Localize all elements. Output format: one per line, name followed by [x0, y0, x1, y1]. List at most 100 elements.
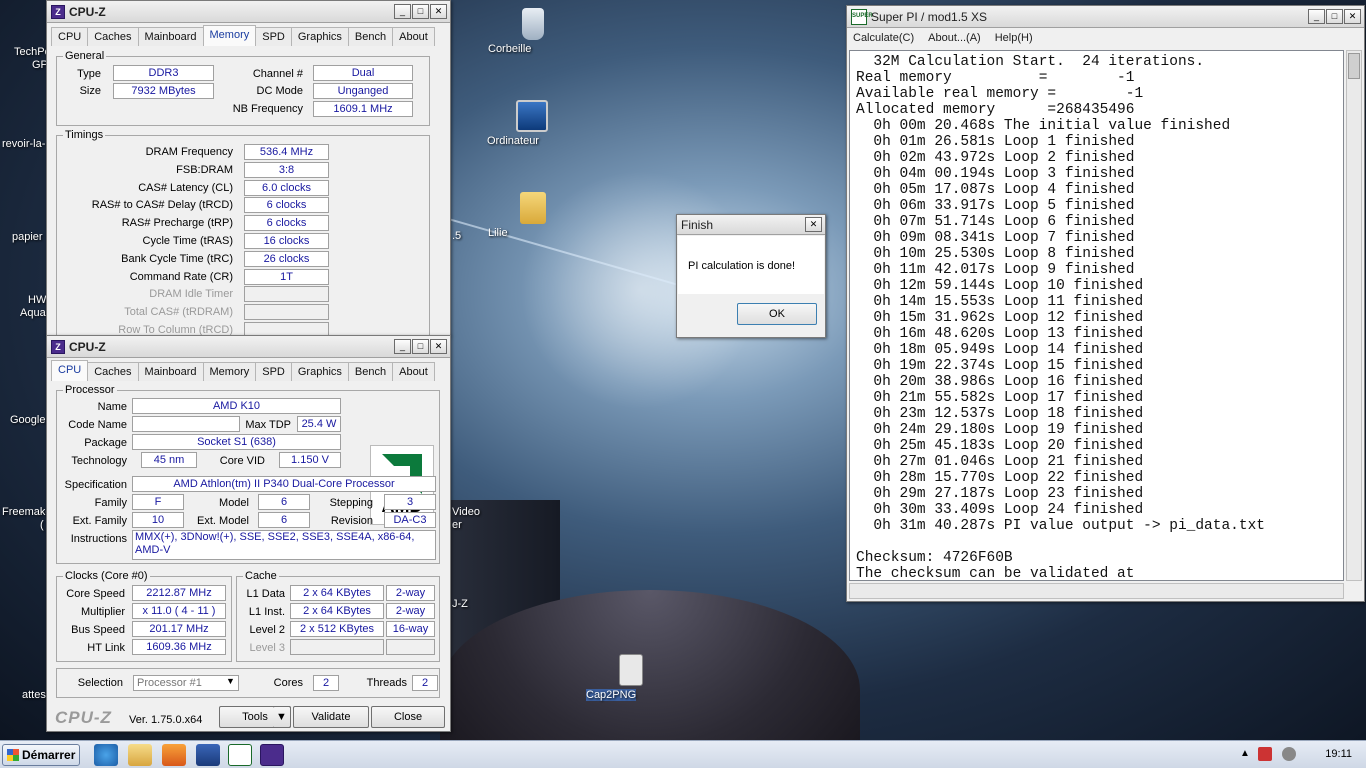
console-line: 0h 00m 20.468s The initial value finishe… — [856, 118, 1231, 134]
cpuz-cpu-window: Z CPU-Z _ □ ✕ CPU Caches Mainboard Memor… — [46, 335, 451, 732]
field-label: Stepping — [329, 497, 373, 509]
desktop-label[interactable]: J-Z — [452, 598, 468, 610]
timing-value: 26 clocks — [244, 250, 329, 267]
console-line: 0h 28m 15.770s Loop 22 finished — [856, 470, 1144, 486]
cpuz-taskbar-icon[interactable] — [260, 744, 284, 766]
l2-way-value: 16-way — [386, 621, 435, 637]
scroll-thumb[interactable] — [1348, 53, 1360, 79]
vertical-scrollbar[interactable] — [1346, 50, 1362, 581]
tab-cpu[interactable]: CPU — [51, 27, 89, 46]
mail-icon[interactable] — [196, 744, 220, 766]
close-icon[interactable]: ✕ — [805, 217, 822, 232]
desktop-label[interactable]: Google — [10, 414, 45, 426]
console-line: Available real memory = -1 — [856, 86, 1144, 102]
processor-selection-dropdown[interactable]: Processor #1 — [133, 675, 239, 691]
tab-bench[interactable]: Bench — [347, 362, 394, 381]
tab-caches[interactable]: Caches — [87, 27, 139, 46]
desktop-icon-recycle-bin[interactable]: Corbeille — [488, 8, 578, 55]
explorer-icon[interactable] — [128, 744, 152, 766]
clock[interactable]: 19:11 — [1325, 748, 1352, 760]
package-value: Socket S1 (638) — [132, 434, 341, 450]
desktop-label[interactable]: er — [452, 519, 462, 531]
title-bar[interactable]: Z CPU-Z _ □ ✕ — [47, 1, 450, 23]
desktop-label[interactable]: ( — [40, 519, 44, 531]
tab-spd[interactable]: SPD — [255, 362, 292, 381]
field-label: Channel # — [252, 68, 303, 80]
desktop-label[interactable]: revoir-la- — [2, 138, 45, 150]
tab-caches[interactable]: Caches — [87, 362, 139, 381]
group-title: Cache — [243, 570, 279, 582]
desktop-icon-label: Cap2PNG — [586, 689, 637, 701]
cpuz-watermark: CPU-Z — [55, 708, 112, 727]
menu-about[interactable]: About...(A) — [928, 32, 981, 44]
desktop-label[interactable]: HW — [28, 294, 46, 306]
close-icon[interactable]: ✕ — [430, 4, 447, 19]
minimize-icon[interactable]: _ — [394, 339, 411, 354]
tray-app-icon[interactable] — [1258, 747, 1272, 761]
maximize-icon[interactable]: □ — [412, 4, 429, 19]
tab-about[interactable]: About — [392, 27, 435, 46]
desktop-icon-computer[interactable]: Ordinateur — [487, 100, 577, 147]
timing-value: 16 clocks — [244, 233, 329, 249]
desktop-icon-folder[interactable]: Lilie — [488, 192, 578, 239]
console-line: 0h 23m 12.537s Loop 18 finished — [856, 406, 1144, 422]
maximize-icon[interactable]: □ — [412, 339, 429, 354]
minimize-icon[interactable]: _ — [394, 4, 411, 19]
chevron-down-icon[interactable]: ▼ — [226, 676, 235, 686]
media-player-icon[interactable] — [162, 744, 186, 766]
volume-icon[interactable] — [1282, 747, 1296, 761]
desktop-label[interactable]: attes — [22, 689, 46, 701]
title-bar[interactable]: Finish ✕ — [677, 215, 825, 235]
superpi-taskbar-icon[interactable] — [228, 744, 252, 766]
core-speed-value: 2212.87 MHz — [132, 585, 226, 601]
close-icon[interactable]: ✕ — [1344, 9, 1361, 24]
start-button[interactable]: Démarrer — [2, 744, 80, 766]
message-text: PI calculation is done! — [688, 260, 796, 272]
ie-icon[interactable] — [94, 744, 118, 766]
windows-logo-icon — [7, 749, 19, 761]
field-label: Level 2 — [249, 624, 285, 636]
tab-graphics[interactable]: Graphics — [290, 27, 349, 46]
tab-cpu[interactable]: CPU — [51, 360, 89, 381]
l1-data-value: 2 x 64 KBytes — [290, 585, 384, 601]
tools-dropdown[interactable]: ▼ — [273, 706, 291, 728]
desktop-label[interactable]: Aqua — [20, 307, 46, 319]
tab-about[interactable]: About — [392, 362, 435, 381]
close-button[interactable]: Close — [371, 706, 445, 728]
output-console[interactable]: 32M Calculation Start. 24 iterations. Rea… — [849, 50, 1344, 581]
chevron-up-icon[interactable]: ▲ — [1240, 748, 1250, 759]
maximize-icon[interactable]: □ — [1326, 9, 1343, 24]
validate-button[interactable]: Validate — [293, 706, 369, 728]
desktop-icon-cap2png[interactable]: Cap2PNG — [586, 654, 676, 701]
cache-group: Cache L1 Data 2 x 64 KBytes 2-way L1 Ins… — [236, 570, 440, 662]
instructions-value: MMX(+), 3DNow!(+), SSE, SSE2, SSE3, SSE4… — [132, 530, 436, 560]
tab-bench[interactable]: Bench — [347, 27, 394, 46]
tab-memory[interactable]: Memory — [202, 25, 257, 46]
close-icon[interactable]: ✕ — [430, 339, 447, 354]
menu-help[interactable]: Help(H) — [995, 32, 1033, 44]
console-line: 0h 01m 26.581s Loop 1 finished — [856, 134, 1135, 150]
minimize-icon[interactable]: _ — [1308, 9, 1325, 24]
field-label: L1 Data — [246, 588, 285, 600]
tab-spd[interactable]: SPD — [255, 27, 292, 46]
desktop-label[interactable]: .5 — [452, 230, 461, 242]
tab-graphics[interactable]: Graphics — [290, 362, 349, 381]
ok-button[interactable]: OK — [737, 303, 817, 325]
timing-value: 3:8 — [244, 161, 329, 178]
console-line: 0h 10m 25.530s Loop 8 finished — [856, 246, 1135, 262]
tab-mainboard[interactable]: Mainboard — [137, 27, 204, 46]
desktop-label[interactable]: Video — [452, 506, 480, 518]
timing-label: Bank Cycle Time (tRC) — [121, 252, 233, 265]
field-label: HT Link — [87, 642, 125, 654]
desktop-label[interactable]: Freemake — [2, 506, 52, 518]
title-bar[interactable]: SUPER Super PI / mod1.5 XS _ □ ✕ — [847, 6, 1364, 28]
tab-mainboard[interactable]: Mainboard — [137, 362, 204, 381]
horizontal-scrollbar[interactable] — [849, 583, 1344, 599]
console-line: 0h 02m 43.972s Loop 2 finished — [856, 150, 1135, 166]
recycle-bin-icon — [522, 8, 544, 40]
tab-memory[interactable]: Memory — [202, 362, 257, 381]
field-label: Selection — [77, 677, 123, 689]
title-bar[interactable]: Z CPU-Z _ □ ✕ — [47, 336, 450, 358]
menu-calculate[interactable]: Calculate(C) — [853, 32, 914, 44]
desktop-label[interactable]: papier — [12, 231, 43, 243]
